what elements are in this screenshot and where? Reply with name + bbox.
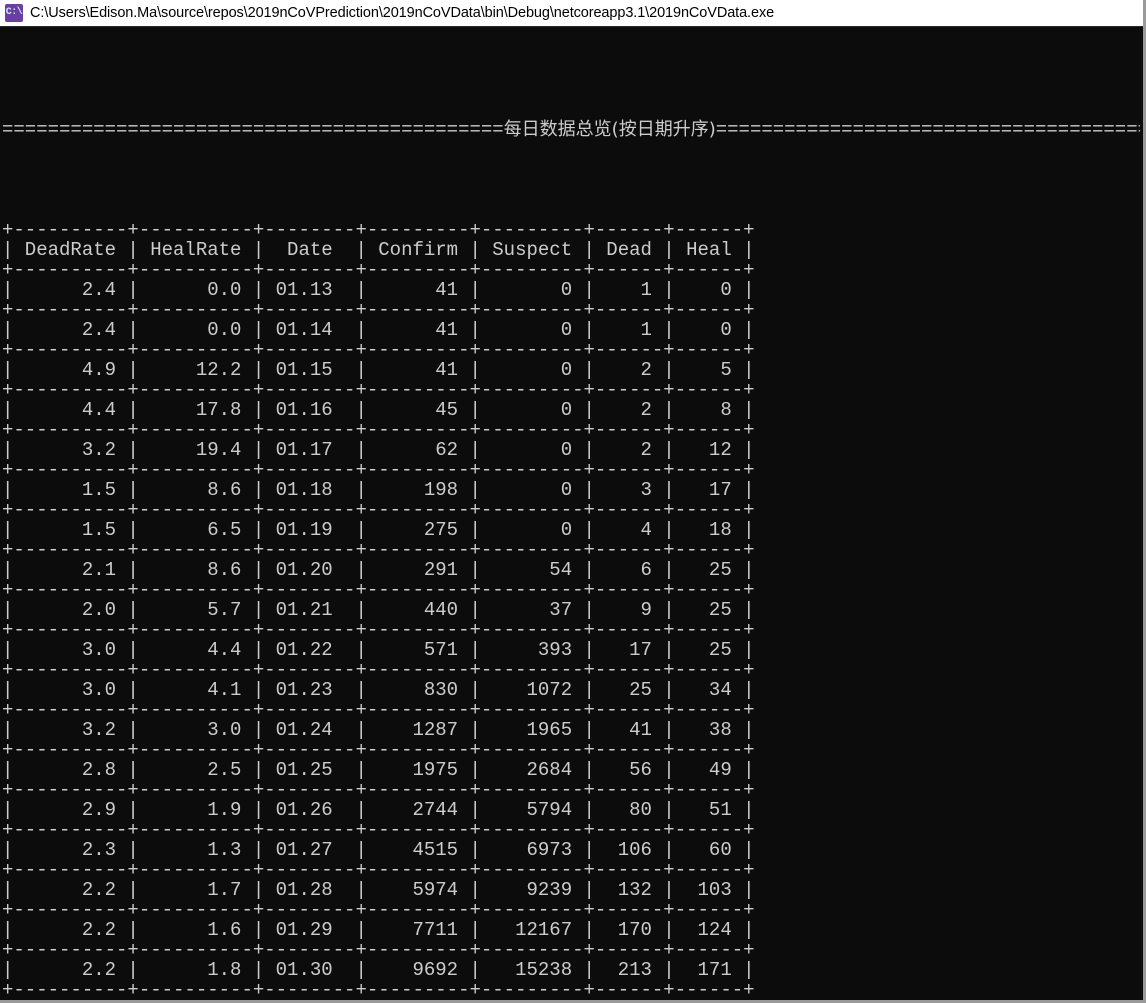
table-separator: +----------+----------+--------+--------… xyxy=(2,739,755,761)
table-row: | 3.2 | 19.4 | 01.17 | 62 | 0 | 2 | 12 | xyxy=(2,439,755,461)
table-row: | 3.0 | 4.1 | 01.23 | 830 | 1072 | 25 | … xyxy=(2,679,755,701)
table-row: | 1.5 | 8.6 | 01.18 | 198 | 0 | 3 | 17 | xyxy=(2,479,755,501)
table-separator: +----------+----------+--------+--------… xyxy=(2,259,755,281)
table-row: | 2.3 | 1.3 | 01.27 | 4515 | 6973 | 106 … xyxy=(2,839,755,861)
table-row: | 2.4 | 0.0 | 01.13 | 41 | 0 | 1 | 0 | xyxy=(2,279,755,301)
table-separator: +----------+----------+--------+--------… xyxy=(2,379,755,401)
table-row: | 2.8 | 2.5 | 01.25 | 1975 | 2684 | 56 |… xyxy=(2,759,755,781)
console-icon-glyph: C:\ xyxy=(5,7,23,18)
table-separator: +----------+----------+--------+--------… xyxy=(2,219,755,241)
table-separator: +----------+----------+--------+--------… xyxy=(2,499,755,521)
table-row: | 3.0 | 4.4 | 01.22 | 571 | 393 | 17 | 2… xyxy=(2,639,755,661)
table-separator: +----------+----------+--------+--------… xyxy=(2,459,755,481)
console-icon: C:\ xyxy=(5,4,23,22)
table-separator: +----------+----------+--------+--------… xyxy=(2,699,755,721)
table-separator: +----------+----------+--------+--------… xyxy=(2,979,755,1000)
table-separator: +----------+----------+--------+--------… xyxy=(2,859,755,881)
table-row: | 2.0 | 5.7 | 01.21 | 440 | 37 | 9 | 25 … xyxy=(2,599,755,621)
table-row: | 2.2 | 1.7 | 01.28 | 5974 | 9239 | 132 … xyxy=(2,879,755,901)
console-output: ========================================… xyxy=(0,28,1140,1000)
table-row: | 2.9 | 1.9 | 01.26 | 2744 | 5794 | 80 |… xyxy=(2,799,755,821)
table-separator: +----------+----------+--------+--------… xyxy=(2,299,755,321)
console-window: C:\ C:\Users\Edison.Ma\source\repos\2019… xyxy=(0,0,1146,1003)
table-row: | 3.2 | 3.0 | 01.24 | 1287 | 1965 | 41 |… xyxy=(2,719,755,741)
data-table: +----------+----------+--------+--------… xyxy=(2,220,1140,1000)
table-separator: +----------+----------+--------+--------… xyxy=(2,419,755,441)
table-separator: +----------+----------+--------+--------… xyxy=(2,779,755,801)
table-separator: +----------+----------+--------+--------… xyxy=(2,819,755,841)
window-title-bar[interactable]: C:\ C:\Users\Edison.Ma\source\repos\2019… xyxy=(0,0,1143,27)
table-separator: +----------+----------+--------+--------… xyxy=(2,619,755,641)
table-header-row: | DeadRate | HealRate | Date | Confirm |… xyxy=(2,239,755,261)
table-separator: +----------+----------+--------+--------… xyxy=(2,899,755,921)
banner-line: ========================================… xyxy=(2,119,1140,141)
table-separator: +----------+----------+--------+--------… xyxy=(2,339,755,361)
table-separator: +----------+----------+--------+--------… xyxy=(2,939,755,961)
table-row: | 2.4 | 0.0 | 01.14 | 41 | 0 | 1 | 0 | xyxy=(2,319,755,341)
banner-fill-left: ========================================… xyxy=(2,119,504,141)
table-separator: +----------+----------+--------+--------… xyxy=(2,579,755,601)
table-row: | 2.1 | 8.6 | 01.20 | 291 | 54 | 6 | 25 … xyxy=(2,559,755,581)
table-row: | 2.2 | 1.6 | 01.29 | 7711 | 12167 | 170… xyxy=(2,919,755,941)
table-row: | 4.4 | 17.8 | 01.16 | 45 | 0 | 2 | 8 | xyxy=(2,399,755,421)
banner-fill-right: ========================================… xyxy=(715,119,1140,141)
table-row: | 4.9 | 12.2 | 01.15 | 41 | 0 | 2 | 5 | xyxy=(2,359,755,381)
table-separator: +----------+----------+--------+--------… xyxy=(2,539,755,561)
banner-title: 每日数据总览(按日期升序) xyxy=(503,119,716,140)
window-title: C:\Users\Edison.Ma\source\repos\2019nCoV… xyxy=(30,5,775,21)
table-separator: +----------+----------+--------+--------… xyxy=(2,659,755,681)
table-row: | 1.5 | 6.5 | 01.19 | 275 | 0 | 4 | 18 | xyxy=(2,519,755,541)
table-row: | 2.2 | 1.8 | 01.30 | 9692 | 15238 | 213… xyxy=(2,959,755,981)
